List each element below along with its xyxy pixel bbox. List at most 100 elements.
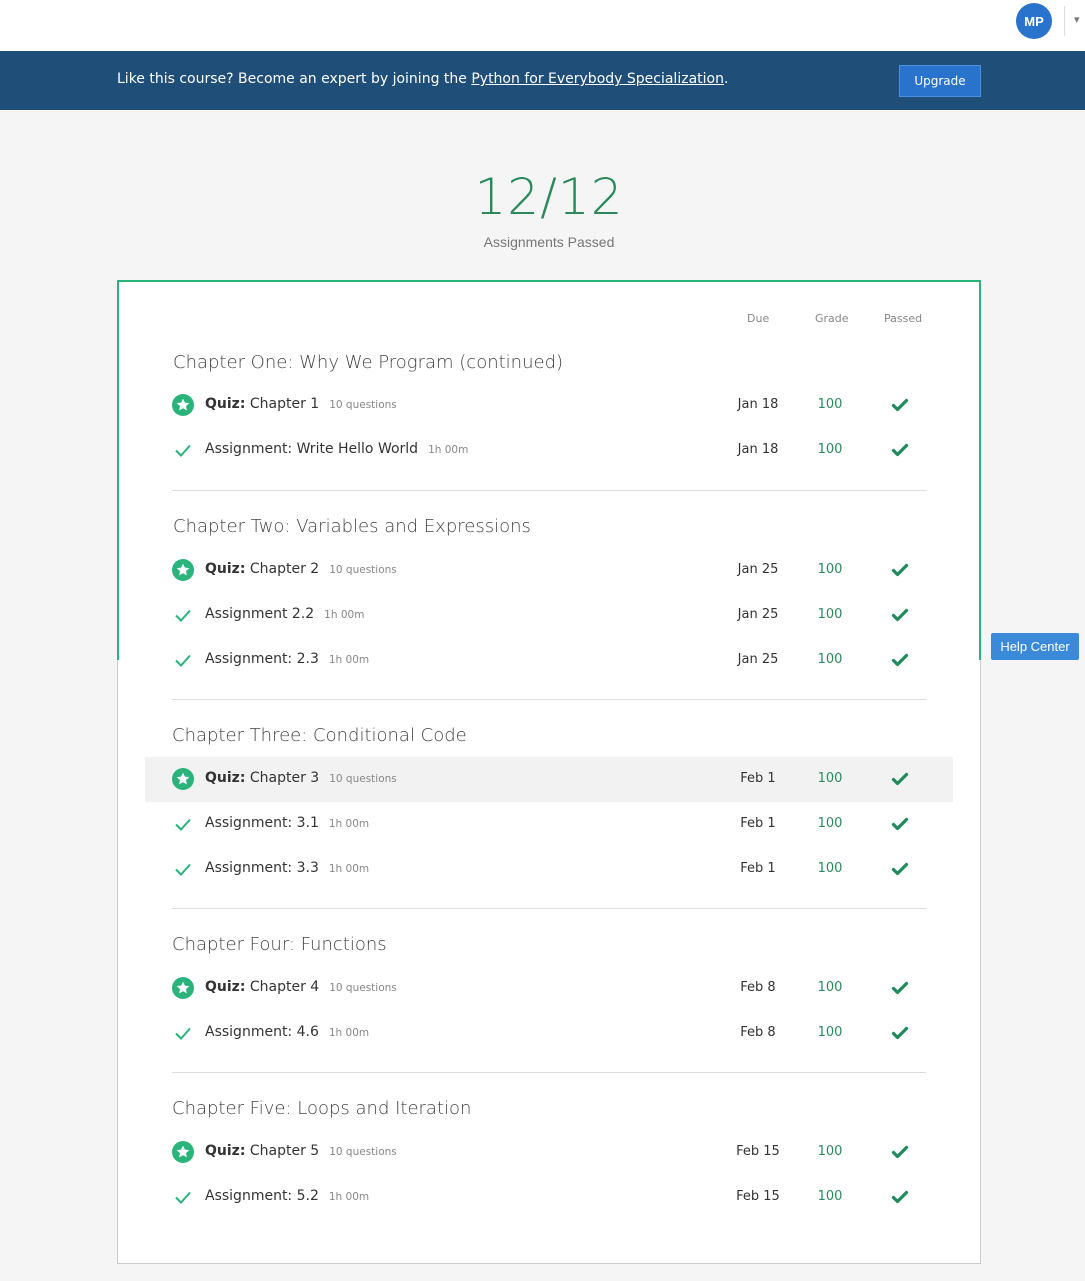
assignment-row[interactable]: Assignment 2.2 1h 00m Jan 25 100 xyxy=(145,593,953,638)
chevron-down-icon[interactable]: ▾ xyxy=(1074,10,1085,30)
item-name: Chapter 1 xyxy=(249,396,320,412)
item-meta: 1h 00m xyxy=(328,1027,370,1039)
quiz-row[interactable]: Quiz: Chapter 3 10 questions Feb 1 100 xyxy=(145,757,953,802)
assignment-row[interactable]: Assignment: 3.1 1h 00m Feb 1 100 xyxy=(145,802,953,847)
quiz-row[interactable]: Quiz: Chapter 1 10 questions Jan 18 100 xyxy=(145,383,953,428)
item-name: Assignment 2.2 xyxy=(205,606,315,622)
chapter-title: Chapter One: Why We Program (continued) xyxy=(173,352,564,373)
grade-value: 100 xyxy=(817,861,843,876)
item-name: Chapter 3 xyxy=(249,770,320,786)
item-name: Assignment: 5.2 xyxy=(205,1188,319,1204)
quiz-row[interactable]: Quiz: Chapter 5 10 questions Feb 15 100 xyxy=(145,1130,953,1175)
assignment-row[interactable]: Assignment: 4.6 1h 00m Feb 8 100 xyxy=(145,1011,953,1056)
check-icon xyxy=(172,439,194,461)
star-badge-icon xyxy=(172,768,194,790)
chapter-title: Chapter Three: Conditional Code xyxy=(172,725,467,746)
passed-check-icon xyxy=(891,561,909,579)
topbar-divider xyxy=(1064,6,1065,36)
grade-value: 100 xyxy=(817,980,843,995)
passed-check-icon xyxy=(891,441,909,459)
quiz-row[interactable]: Quiz: Chapter 2 10 questions Jan 25 100 xyxy=(145,548,953,593)
item-name: Assignment: 3.1 xyxy=(205,815,319,831)
quiz-row[interactable]: Quiz: Chapter 4 10 questions Feb 8 100 xyxy=(145,966,953,1011)
due-date: Jan 25 xyxy=(737,652,779,667)
item-title-link[interactable]: Assignment: 3.1 1h 00m xyxy=(205,815,369,831)
item-meta: 10 questions xyxy=(329,1146,397,1158)
grade-value: 100 xyxy=(817,1189,843,1204)
chapter-divider xyxy=(172,490,926,491)
assignments-passed-label: Assignments Passed xyxy=(483,234,615,250)
upgrade-button[interactable]: Upgrade xyxy=(899,65,981,97)
grade-value: 100 xyxy=(817,442,843,457)
item-meta: 1h 00m xyxy=(324,609,365,621)
due-date: Feb 15 xyxy=(736,1144,780,1159)
item-name: Chapter 5 xyxy=(249,1143,320,1159)
column-header-due: Due xyxy=(747,312,770,325)
due-date: Feb 8 xyxy=(740,1025,776,1040)
banner-text-before: Like this course? Become an expert by jo… xyxy=(117,71,472,87)
user-avatar[interactable]: MP xyxy=(1016,3,1052,39)
due-date: Feb 15 xyxy=(736,1189,780,1204)
chapter-title: Chapter Five: Loops and Iteration xyxy=(172,1098,472,1119)
item-meta: 10 questions xyxy=(329,564,397,576)
due-date: Feb 8 xyxy=(740,980,776,995)
item-meta: 10 questions xyxy=(329,399,397,411)
item-name: Assignment: 2.3 xyxy=(205,651,319,667)
specialization-link[interactable]: Python for Everybody Specialization xyxy=(471,71,724,87)
item-title-link[interactable]: Assignment: 3.3 1h 00m xyxy=(205,860,369,876)
item-meta: 10 questions xyxy=(329,982,397,994)
check-icon xyxy=(172,1186,194,1208)
check-icon xyxy=(172,1022,194,1044)
item-title-link[interactable]: Quiz: Chapter 4 10 questions xyxy=(205,979,397,995)
banner-text-after: . xyxy=(723,71,729,87)
item-kind: Quiz: xyxy=(205,561,246,577)
specialization-banner: Like this course? Become an expert by jo… xyxy=(0,51,1085,110)
check-icon xyxy=(172,813,194,835)
item-title-link[interactable]: Assignment: Write Hello World 1h 00m xyxy=(205,441,468,457)
assignment-row[interactable]: Assignment: Write Hello World 1h 00m Jan 1… xyxy=(145,428,953,473)
item-name: Assignment: 3.3 xyxy=(205,860,319,876)
passed-check-icon xyxy=(891,1143,909,1161)
passed-check-icon xyxy=(891,1024,909,1042)
item-kind: Quiz: xyxy=(205,396,246,412)
help-center-button[interactable]: Help Center xyxy=(991,633,1079,660)
passed-check-icon xyxy=(891,770,909,788)
item-kind: Quiz: xyxy=(205,770,246,786)
assignment-row[interactable]: Assignment: 5.2 1h 00m Feb 15 100 xyxy=(145,1175,953,1220)
passed-check-icon xyxy=(891,606,909,624)
item-kind: Quiz: xyxy=(205,979,246,995)
item-title-link[interactable]: Assignment: 5.2 1h 00m xyxy=(205,1188,369,1204)
item-meta: 1h 00m xyxy=(328,1191,370,1203)
star-badge-icon xyxy=(172,394,194,416)
due-date: Jan 18 xyxy=(737,442,779,457)
due-date: Feb 1 xyxy=(740,771,776,786)
item-name: Assignment: 4.6 xyxy=(205,1024,319,1040)
item-meta: 10 questions xyxy=(329,773,397,785)
item-title-link[interactable]: Assignment: 4.6 1h 00m xyxy=(205,1024,369,1040)
item-name: Assignment: Write Hello World xyxy=(205,441,419,457)
assignments-score: 12/12 xyxy=(474,168,624,226)
column-header-grade: Grade xyxy=(815,312,849,325)
passed-check-icon xyxy=(891,1188,909,1206)
grade-value: 100 xyxy=(817,771,843,786)
item-title-link[interactable]: Assignment: 2.3 1h 00m xyxy=(205,651,369,667)
item-title-link[interactable]: Quiz: Chapter 5 10 questions xyxy=(205,1143,397,1159)
assignment-row[interactable]: Assignment: 2.3 1h 00m Jan 25 100 xyxy=(145,638,953,683)
chapter-divider xyxy=(172,1072,926,1073)
grade-value: 100 xyxy=(817,607,843,622)
chapter-divider xyxy=(172,699,926,700)
grade-value: 100 xyxy=(817,397,843,412)
item-meta: 1h 00m xyxy=(428,444,469,456)
assignment-row[interactable]: Assignment: 3.3 1h 00m Feb 1 100 xyxy=(145,847,953,892)
item-title-link[interactable]: Quiz: Chapter 2 10 questions xyxy=(205,561,397,577)
item-title-link[interactable]: Quiz: Chapter 1 10 questions xyxy=(205,396,397,412)
due-date: Jan 25 xyxy=(737,562,779,577)
item-title-link[interactable]: Assignment 2.2 1h 00m xyxy=(205,606,364,622)
item-title-link[interactable]: Quiz: Chapter 3 10 questions xyxy=(205,770,397,786)
passed-check-icon xyxy=(891,860,909,878)
item-meta: 1h 00m xyxy=(328,818,370,830)
due-date: Feb 1 xyxy=(740,816,776,831)
item-kind: Quiz: xyxy=(205,1143,246,1159)
grade-value: 100 xyxy=(817,816,843,831)
check-icon xyxy=(172,858,194,880)
